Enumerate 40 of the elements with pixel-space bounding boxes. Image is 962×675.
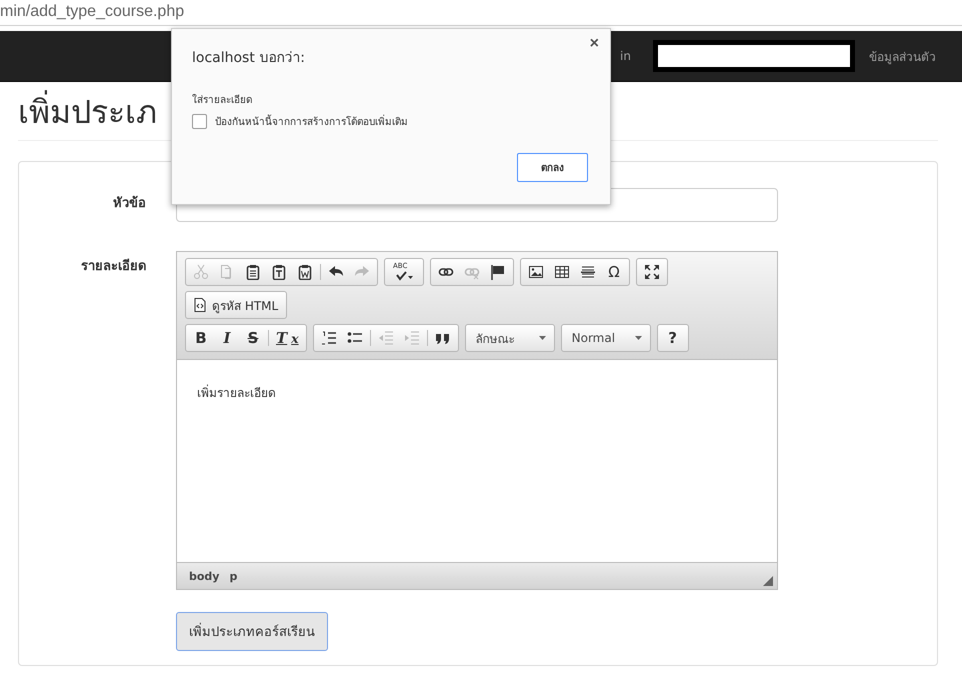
dialog-title: localhost บอกว่า: xyxy=(192,49,306,68)
nav-link[interactable]: in xyxy=(620,49,631,63)
caret-icon xyxy=(634,336,642,340)
nav-link[interactable]: ข้อมูลส่วนตัว xyxy=(869,46,936,66)
submit-button[interactable]: เพิ่มประเภทคอร์สเรียน xyxy=(176,612,328,651)
horizontal-line-icon xyxy=(580,264,596,280)
checkbox-label: ป้องกันหน้านี้จากการสร้างการโต้ตอบเพิ่มเติม xyxy=(215,114,408,129)
indent-icon xyxy=(404,330,420,346)
maximize-icon xyxy=(644,264,660,280)
bold-button[interactable]: B xyxy=(188,326,214,350)
element-path-link[interactable]: body xyxy=(189,570,220,582)
italic-button[interactable]: I xyxy=(214,326,240,350)
numbered-list-icon xyxy=(320,330,337,346)
bulleted-list-icon xyxy=(346,330,363,346)
dialog-message: ใส่รายละเอียด xyxy=(192,93,253,107)
code-file-icon xyxy=(194,298,206,312)
dropdown[interactable]: Normal xyxy=(560,324,651,352)
field-label: หัวข้อ xyxy=(112,194,146,213)
checkbox[interactable] xyxy=(192,114,207,129)
resize-handle-icon[interactable] xyxy=(763,576,773,586)
scissors-icon xyxy=(193,264,209,280)
flag-icon xyxy=(490,264,506,280)
image-icon xyxy=(528,264,544,280)
outdent-icon xyxy=(378,330,394,346)
source-button[interactable]: ดูรหัส HTML xyxy=(188,293,284,317)
ok-button[interactable]: ตกลง xyxy=(517,153,588,182)
help-button[interactable]: ? xyxy=(660,326,686,350)
strike-button[interactable]: S xyxy=(240,326,266,350)
editor-placeholder-text: เพิ่มรายละเอียด xyxy=(197,384,277,402)
element-path-link[interactable]: p xyxy=(229,570,238,582)
clipboard-text-icon xyxy=(271,264,287,280)
field-label: รายละเอียด xyxy=(80,258,146,276)
table-icon xyxy=(554,264,570,280)
symbol-button[interactable]: Ω xyxy=(601,260,627,284)
dropdown[interactable]: ลักษณะ xyxy=(464,324,555,352)
close-button[interactable]: × xyxy=(586,35,602,53)
url-text: min/add_type_course.php xyxy=(0,3,184,20)
clipboard-icon xyxy=(245,264,261,280)
caret-icon xyxy=(538,336,546,340)
clipboard-word-icon xyxy=(297,264,313,280)
